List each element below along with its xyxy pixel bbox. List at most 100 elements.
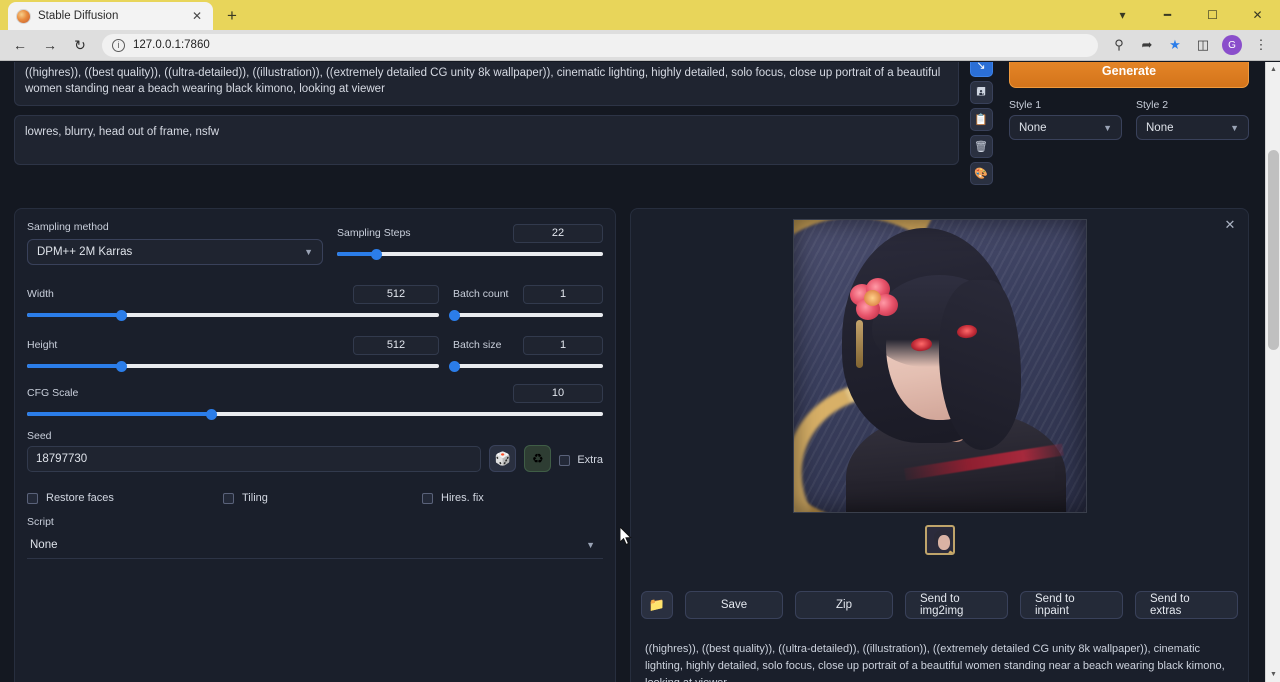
close-window-icon[interactable]: ✕: [1235, 0, 1280, 30]
restore-faces-checkbox[interactable]: [27, 493, 38, 504]
seed-group: Seed 18797730: [27, 430, 481, 472]
height-batchsize-row: Height 512 Batch size 1: [27, 333, 603, 368]
width-group: Width 512: [27, 285, 439, 317]
sampling-method-select[interactable]: DPM++ 2M Karras ▼: [27, 239, 323, 265]
style-2-value: None: [1146, 122, 1174, 134]
width-slider[interactable]: [27, 313, 439, 317]
height-group: Height 512: [27, 336, 439, 368]
script-select[interactable]: None ▼: [27, 532, 603, 559]
zip-button[interactable]: Zip: [795, 591, 893, 619]
style-2-select[interactable]: None ▼: [1136, 115, 1249, 140]
height-value[interactable]: 512: [353, 336, 439, 355]
generated-image[interactable]: [793, 219, 1087, 513]
style-1-label: Style 1: [1009, 99, 1122, 111]
tab-search-icon[interactable]: ▾: [1100, 0, 1145, 30]
style-1-select[interactable]: None ▼: [1009, 115, 1122, 140]
tab-strip: Stable Diffusion ✕ + ▾ ━ ☐ ✕: [0, 0, 1280, 30]
tiling-label: Tiling: [242, 492, 268, 504]
browser-tab-stable-diffusion[interactable]: Stable Diffusion ✕: [8, 2, 213, 30]
positive-prompt-input[interactable]: ((highres)), ((best quality)), ((ultra-d…: [14, 62, 959, 106]
width-value[interactable]: 512: [353, 285, 439, 304]
seed-input[interactable]: 18797730: [27, 446, 481, 472]
address-bar[interactable]: i 127.0.0.1:7860: [102, 34, 1098, 57]
styles-row: Style 1 None ▼ Style 2 None ▼: [1009, 99, 1249, 140]
plus-icon[interactable]: +: [219, 3, 245, 29]
style-1-value: None: [1019, 122, 1047, 134]
image-stage: [641, 219, 1238, 555]
floppy-disk-icon[interactable]: 🖪: [970, 81, 993, 104]
hires-fix-checkbox[interactable]: [422, 493, 433, 504]
tiling-group[interactable]: Tiling: [223, 492, 422, 504]
sampling-method-value: DPM++ 2M Karras: [37, 246, 132, 258]
dice-icon[interactable]: 🎲: [489, 445, 516, 472]
seed-label: Seed: [27, 430, 481, 442]
batch-size-slider[interactable]: [453, 364, 603, 368]
artist-palette-icon[interactable]: 🎨: [970, 162, 993, 185]
trash-icon[interactable]: 🗑: [970, 135, 993, 158]
extra-checkbox[interactable]: [559, 455, 570, 466]
scroll-up-arrow-icon[interactable]: ▲: [1266, 62, 1280, 77]
chevron-down-icon: ▼: [304, 247, 313, 257]
close-icon[interactable]: ✕: [189, 8, 205, 24]
hires-fix-group[interactable]: Hires. fix: [422, 492, 484, 504]
prompt-tool-column: ↘ 🖪 📋 🗑 🎨: [963, 62, 999, 185]
favorite-star-icon[interactable]: ★: [1162, 33, 1188, 58]
browser-toolbar: ← → ↻ i 127.0.0.1:7860 ⚲ ➦ ★ ◫ G ⋮: [0, 30, 1280, 61]
batch-count-value[interactable]: 1: [523, 285, 603, 304]
browser-window: Stable Diffusion ✕ + ▾ ━ ☐ ✕ ← → ↻ i 127…: [0, 0, 1280, 682]
avatar[interactable]: G: [1222, 35, 1242, 55]
kebab-menu-icon[interactable]: ⋮: [1248, 33, 1274, 58]
share-icon[interactable]: ➦: [1134, 33, 1160, 58]
zoom-search-icon[interactable]: ⚲: [1106, 33, 1132, 58]
recycle-icon[interactable]: ♻: [524, 445, 551, 472]
sampling-method-label: Sampling method: [27, 221, 323, 233]
minimize-icon[interactable]: ━: [1145, 0, 1190, 30]
web-page: ((highres)), ((best quality)), ((ultra-d…: [0, 62, 1280, 682]
clipboard-icon[interactable]: 📋: [970, 108, 993, 131]
generate-button[interactable]: Generate: [1009, 62, 1249, 88]
info-circle-icon: i: [112, 39, 125, 52]
cfg-scale-value[interactable]: 10: [513, 384, 603, 403]
negative-prompt-input[interactable]: lowres, blurry, head out of frame, nsfw: [14, 115, 959, 165]
sampling-steps-value[interactable]: 22: [513, 224, 603, 243]
style-2-group: Style 2 None ▼: [1136, 99, 1249, 140]
back-button[interactable]: ←: [6, 33, 34, 58]
batch-count-slider[interactable]: [453, 313, 603, 317]
script-label: Script: [27, 516, 603, 528]
settings-panel: Sampling method DPM++ 2M Karras ▼ Sampli…: [14, 208, 616, 682]
close-icon[interactable]: ✕: [1222, 217, 1238, 233]
send-to-extras-button[interactable]: Send to extras: [1135, 591, 1238, 619]
hires-fix-label: Hires. fix: [441, 492, 484, 504]
tiling-checkbox[interactable]: [223, 493, 234, 504]
restore-faces-label: Restore faces: [46, 492, 114, 504]
cfg-scale-slider[interactable]: [27, 412, 603, 416]
tab-title: Stable Diffusion: [38, 10, 182, 22]
collections-icon[interactable]: ◫: [1190, 33, 1216, 58]
send-to-img2img-button[interactable]: Send to img2img: [905, 591, 1008, 619]
toggle-row: Restore faces Tiling Hires. fix: [27, 492, 603, 504]
sampling-steps-slider[interactable]: [337, 252, 603, 256]
paste-arrow-icon[interactable]: ↘: [970, 62, 993, 77]
batch-count-label: Batch count: [453, 288, 508, 300]
chevron-down-icon: ▼: [586, 540, 595, 550]
seed-row: Seed 18797730 🎲 ♻ Extra: [27, 430, 603, 472]
height-label: Height: [27, 339, 57, 351]
generate-column: Generate Style 1 None ▼ Style 2 None ▼: [999, 62, 1249, 140]
generated-image-thumbnail[interactable]: [925, 525, 955, 555]
save-button[interactable]: Save: [685, 591, 783, 619]
send-to-inpaint-button[interactable]: Send to inpaint: [1020, 591, 1123, 619]
width-batchcount-row: Width 512 Batch count 1: [27, 282, 603, 317]
height-slider[interactable]: [27, 364, 439, 368]
restore-faces-group[interactable]: Restore faces: [27, 492, 223, 504]
page-scrollbar[interactable]: ▲ ▼: [1265, 62, 1280, 682]
scroll-down-arrow-icon[interactable]: ▼: [1266, 667, 1280, 682]
scrollbar-thumb[interactable]: [1268, 150, 1279, 350]
batch-size-value[interactable]: 1: [523, 336, 603, 355]
maximize-icon[interactable]: ☐: [1190, 0, 1235, 30]
result-actions: 📁 Save Zip Send to img2img Send to inpai…: [641, 591, 1238, 619]
script-group: Script None ▼: [27, 516, 603, 559]
reload-button[interactable]: ↻: [66, 33, 94, 58]
open-folder-button[interactable]: 📁: [641, 591, 673, 619]
sampling-steps-label: Sampling Steps: [337, 227, 411, 239]
forward-button[interactable]: →: [36, 33, 64, 58]
